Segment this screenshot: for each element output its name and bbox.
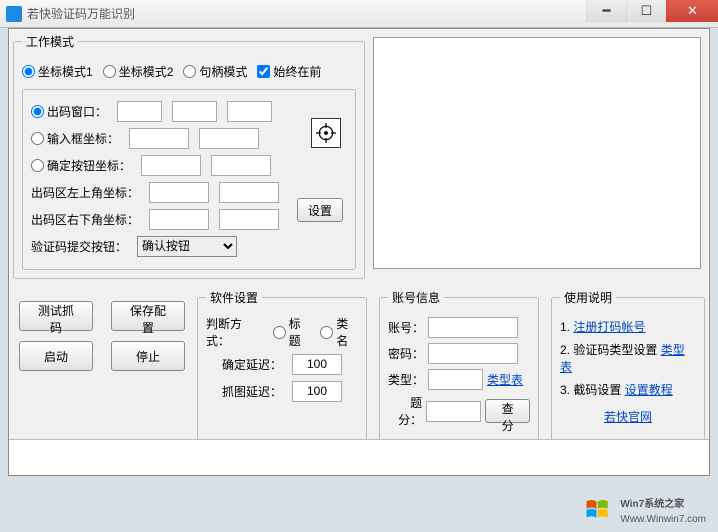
type-input[interactable] bbox=[428, 369, 483, 390]
judge-label: 判断方式： bbox=[206, 315, 263, 349]
help-group: 使用说明 1. 注册打码帐号 2. 验证码类型设置 类型表 3. 截码设置 设置… bbox=[551, 289, 705, 441]
judge-title-radio[interactable]: 标题 bbox=[273, 315, 311, 349]
always-on-top[interactable]: 始终在前 bbox=[257, 63, 321, 80]
out-tl-y[interactable] bbox=[219, 182, 279, 203]
set-button[interactable]: 设置 bbox=[297, 198, 343, 222]
coord-group: 出码窗口： 输入框坐标： 确定按钮坐标： bbox=[22, 89, 356, 270]
window-title: 若快验证码万能识别 bbox=[27, 5, 586, 22]
judge-class-radio[interactable]: 类名 bbox=[320, 315, 358, 349]
crosshair-icon[interactable] bbox=[311, 118, 341, 148]
footer-url: Www.Winwin7.com bbox=[620, 514, 706, 525]
out-tl-label: 出码区左上角坐标： bbox=[31, 184, 139, 201]
submit-btn-label: 验证码提交按钮： bbox=[31, 238, 127, 255]
input-coord-x[interactable] bbox=[129, 128, 189, 149]
tutorial-link[interactable]: 设置教程 bbox=[625, 383, 673, 397]
user-input[interactable] bbox=[428, 317, 518, 338]
score-button[interactable]: 查分 bbox=[485, 399, 530, 423]
out-window-z[interactable] bbox=[227, 101, 272, 122]
test-capture-button[interactable]: 测试抓码 bbox=[19, 301, 93, 331]
confirm-coord-x[interactable] bbox=[141, 155, 201, 176]
register-link[interactable]: 注册打码帐号 bbox=[573, 320, 645, 334]
out-window-radio[interactable]: 出码窗口： bbox=[31, 103, 107, 120]
input-coord-radio[interactable]: 输入框坐标： bbox=[31, 130, 119, 147]
start-button[interactable]: 启动 bbox=[19, 341, 93, 371]
out-br-x[interactable] bbox=[149, 209, 209, 230]
type-link[interactable]: 类型表 bbox=[487, 371, 523, 388]
workmode-group: 工作模式 坐标模式1 坐标模式2 句柄模式 始终在前 出码窗口： 输入框 bbox=[13, 33, 365, 279]
official-site-link[interactable]: 若快官网 bbox=[604, 410, 652, 424]
client-area: 工作模式 坐标模式1 坐标模式2 句柄模式 始终在前 出码窗口： 输入框 bbox=[8, 28, 710, 476]
confirm-delay-label: 确定延迟： bbox=[222, 356, 282, 373]
out-tl-x[interactable] bbox=[149, 182, 209, 203]
minimize-button[interactable]: ━ bbox=[586, 0, 626, 22]
save-config-button[interactable]: 保存配置 bbox=[111, 301, 185, 331]
input-coord-y[interactable] bbox=[199, 128, 259, 149]
maximize-button[interactable]: ☐ bbox=[626, 0, 666, 22]
workmode-opt2[interactable]: 坐标模式2 bbox=[103, 63, 174, 80]
type-label: 类型： bbox=[388, 371, 424, 388]
account-group: 账号信息 账号： 密码： 类型： 类型表 题分： 查分 bbox=[379, 289, 539, 441]
close-button[interactable]: ✕ bbox=[666, 0, 718, 22]
submit-btn-select[interactable]: 确认按钮 bbox=[137, 236, 237, 257]
stop-button[interactable]: 停止 bbox=[111, 341, 185, 371]
app-icon bbox=[6, 6, 22, 22]
software-settings-legend: 软件设置 bbox=[206, 289, 262, 306]
footer-branding: Win7系统之家 Www.Winwin7.com bbox=[584, 494, 706, 526]
windows-logo-icon bbox=[584, 495, 614, 525]
log-area[interactable] bbox=[9, 439, 709, 475]
out-window-y[interactable] bbox=[172, 101, 217, 122]
workmode-opt3[interactable]: 句柄模式 bbox=[183, 63, 247, 80]
software-settings-group: 软件设置 判断方式： 标题 类名 确定延迟： 抓图延迟： bbox=[197, 289, 367, 441]
pass-label: 密码： bbox=[388, 345, 424, 362]
confirm-delay-input[interactable] bbox=[292, 354, 342, 375]
score-input[interactable] bbox=[426, 401, 481, 422]
capture-delay-label: 抓图延迟： bbox=[222, 383, 282, 400]
score-label: 题分： bbox=[388, 394, 422, 428]
out-br-y[interactable] bbox=[219, 209, 279, 230]
out-window-x[interactable] bbox=[117, 101, 162, 122]
confirm-coord-y[interactable] bbox=[211, 155, 271, 176]
help-legend: 使用说明 bbox=[560, 289, 616, 306]
workmode-opt1[interactable]: 坐标模式1 bbox=[22, 63, 93, 80]
titlebar: 若快验证码万能识别 ━ ☐ ✕ bbox=[0, 0, 718, 28]
capture-delay-input[interactable] bbox=[292, 381, 342, 402]
user-label: 账号： bbox=[388, 319, 424, 336]
confirm-coord-radio[interactable]: 确定按钮坐标： bbox=[31, 157, 131, 174]
out-br-label: 出码区右下角坐标： bbox=[31, 211, 139, 228]
pass-input[interactable] bbox=[428, 343, 518, 364]
workmode-legend: 工作模式 bbox=[22, 33, 78, 50]
account-legend: 账号信息 bbox=[388, 289, 444, 306]
preview-pane bbox=[373, 37, 701, 269]
window-controls: ━ ☐ ✕ bbox=[586, 0, 718, 27]
